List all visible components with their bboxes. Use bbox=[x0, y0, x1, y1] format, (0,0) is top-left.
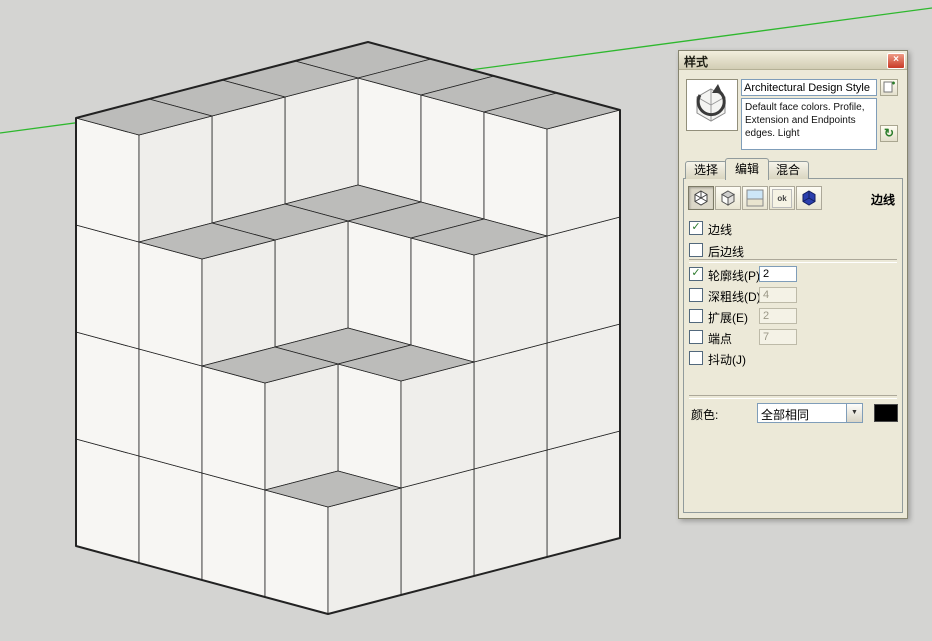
checkbox-label-jitter: 抖动(J) bbox=[708, 353, 746, 367]
edge-style-settings-button edge-style-icon[interactable] bbox=[688, 186, 714, 210]
new-style-button[interactable] bbox=[880, 79, 898, 96]
checkbox-back-edges[interactable] bbox=[689, 243, 703, 257]
depth-cue-value-field[interactable]: 4 bbox=[759, 287, 797, 303]
checkbox-label-back-edges: 后边线 bbox=[708, 245, 745, 259]
checkbox-label-profiles: 轮廓线(P) bbox=[708, 269, 760, 283]
checkbox-label-endpoints: 端点 bbox=[708, 332, 733, 346]
setting-row-profiles: ✓ 轮廓线(P) 2 bbox=[689, 266, 899, 284]
profiles-value-field[interactable]: 2 bbox=[759, 266, 797, 282]
checkbox-endpoints[interactable] bbox=[689, 330, 703, 344]
chevron-down-icon[interactable]: ▼ bbox=[846, 404, 862, 422]
checkbox-label-depth-cue: 深粗线(D) bbox=[708, 290, 761, 304]
watermark-settings-button watermark-icon[interactable]: ok bbox=[769, 186, 795, 210]
section-label: 边线 bbox=[870, 193, 895, 207]
face-style-settings-button face-style-icon[interactable] bbox=[715, 186, 741, 210]
tab-mix[interactable]: 混合 bbox=[767, 161, 809, 179]
setting-row-extension: 扩展(E) 2 bbox=[689, 308, 899, 326]
cube-model[interactable] bbox=[75, 41, 621, 615]
checkbox-profiles[interactable]: ✓ bbox=[689, 267, 703, 281]
checkbox-extension[interactable] bbox=[689, 309, 703, 323]
background-settings-button background-icon[interactable] bbox=[742, 186, 768, 210]
style-preview-thumbnail[interactable] bbox=[686, 79, 738, 131]
tab-select[interactable]: 选择 bbox=[685, 161, 727, 179]
checkbox-label-edges: 边线 bbox=[708, 223, 733, 237]
divider bbox=[689, 259, 897, 263]
checkbox-label-extension: 扩展(E) bbox=[708, 311, 748, 325]
setting-row-depth-cue: 深粗线(D) 4 bbox=[689, 287, 899, 305]
checkbox-depth-cue[interactable] bbox=[689, 288, 703, 302]
setting-row-jitter: 抖动(J) bbox=[689, 350, 899, 368]
styles-dialog: 样式 × Default face colors. Profile, Exten… bbox=[678, 50, 908, 519]
setting-row-endpoints: 端点 7 bbox=[689, 329, 899, 347]
divider bbox=[689, 395, 897, 399]
checkbox-edges[interactable]: ✓ bbox=[689, 221, 703, 235]
watermark-sample-text: ok bbox=[772, 188, 792, 208]
setting-row-edges: ✓ 边线 bbox=[689, 220, 899, 238]
color-label: 颜色: bbox=[691, 408, 719, 422]
new-style-icon bbox=[883, 81, 895, 93]
dialog-titlebar[interactable]: 样式 × bbox=[679, 51, 907, 70]
tab-edit[interactable]: 编辑 bbox=[725, 158, 769, 180]
close-icon[interactable]: × bbox=[887, 53, 905, 69]
style-name-input[interactable] bbox=[741, 79, 877, 96]
sketchup-window: 样式 × Default face colors. Profile, Exten… bbox=[0, 0, 932, 641]
update-style-button refresh-icon[interactable]: ↻ bbox=[880, 125, 898, 142]
style-preview-icon bbox=[696, 84, 726, 122]
color-dropdown-value: 全部相同 bbox=[761, 408, 810, 422]
setting-row-back-edges: 后边线 bbox=[689, 242, 899, 260]
checkbox-jitter[interactable] bbox=[689, 351, 703, 365]
endpoints-value-field[interactable]: 7 bbox=[759, 329, 797, 345]
style-description[interactable]: Default face colors. Profile, Extension … bbox=[741, 98, 877, 150]
color-swatch[interactable] bbox=[874, 404, 898, 422]
color-dropdown[interactable]: 全部相同 ▼ bbox=[757, 403, 863, 423]
dialog-title: 样式 bbox=[684, 55, 709, 69]
extension-value-field[interactable]: 2 bbox=[759, 308, 797, 324]
modeling-settings-button modeling-icon[interactable] bbox=[796, 186, 822, 210]
